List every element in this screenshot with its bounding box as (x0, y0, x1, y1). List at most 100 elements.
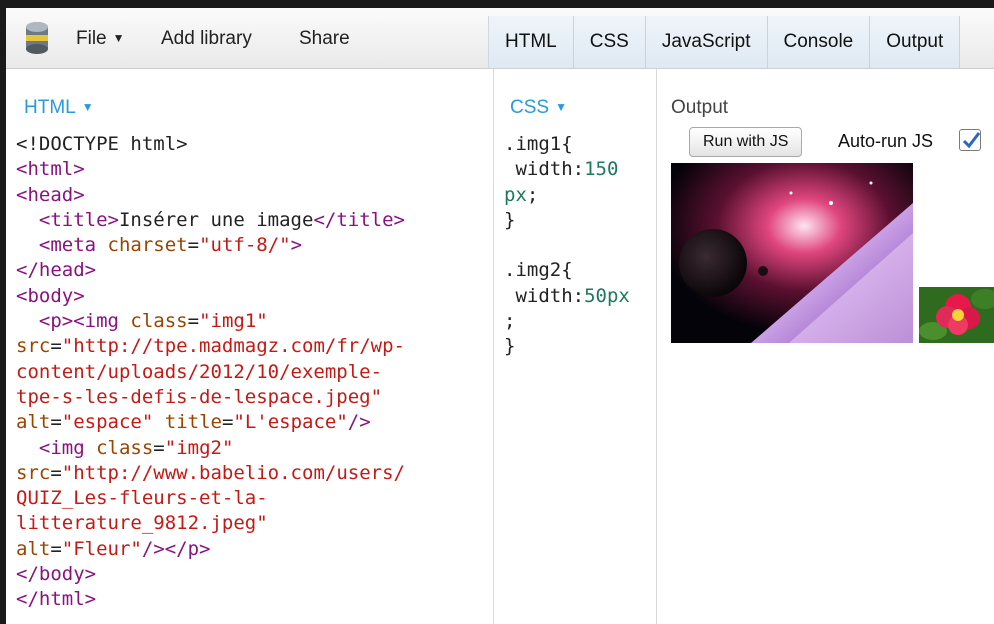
code-token: /> (347, 411, 371, 434)
code-token: > (290, 234, 303, 257)
share-button[interactable]: Share (299, 28, 350, 50)
code-token: <meta (38, 234, 108, 257)
code-line: <head> (16, 183, 405, 208)
code-token: .img2{ (504, 259, 573, 282)
css-code-editor[interactable]: .img1{ width:150 px;} .img2{ width:50px;} (504, 132, 630, 360)
caret-down-icon: ▼ (555, 100, 567, 114)
css-panel-title-label: CSS (510, 97, 550, 118)
code-line: tpe-s-les-defis-de-lespace.jpeg" (16, 385, 405, 410)
file-menu[interactable]: File ▼ (76, 28, 125, 50)
flower-image (919, 287, 994, 343)
code-token: "http://tpe.madmagz.com/fr/wp- (61, 335, 405, 358)
code-token: = (50, 461, 62, 484)
code-line: } (504, 208, 630, 233)
code-line: </body> (16, 562, 405, 587)
code-token: litterature_9812.jpeg" (16, 512, 268, 535)
code-line: } (504, 334, 630, 359)
css-panel: CSS ▼ .img1{ width:150 px;} .img2{ width:5… (493, 69, 656, 624)
code-token: <body> (16, 284, 85, 307)
code-token: <p><img (38, 310, 131, 333)
tab-javascript[interactable]: JavaScript (645, 16, 768, 68)
code-line: alt="espace" title="L'espace"/> (16, 410, 405, 435)
code-token: src (16, 461, 51, 484)
tab-console[interactable]: Console (767, 16, 871, 68)
code-line: </html> (16, 587, 405, 612)
code-token: width: (504, 158, 585, 181)
code-token: = (221, 411, 234, 434)
output-panel-title: Output (671, 97, 729, 118)
code-line: src="http://tpe.madmagz.com/fr/wp- (16, 334, 405, 359)
code-token: src (16, 335, 51, 358)
code-token: tpe-s-les-defis-de-lespace.jpeg" (16, 385, 383, 408)
code-token: 150 (584, 158, 619, 181)
code-token: = (50, 537, 62, 560)
code-token: </title> (313, 208, 405, 231)
code-token: alt (16, 537, 51, 560)
file-menu-label: File (76, 28, 107, 49)
code-line: <meta charset="utf-8/"> (16, 233, 405, 258)
code-line: content/uploads/2012/10/exemple- (16, 360, 405, 385)
code-line: <p><img class="img1" (16, 309, 405, 334)
code-line: litterature_9812.jpeg" (16, 511, 405, 536)
code-token: <head> (16, 183, 85, 206)
code-token: = (153, 436, 165, 459)
code-token: ; (526, 183, 539, 206)
css-panel-title[interactable]: CSS ▼ (510, 97, 567, 119)
code-token: "Fleur" (61, 537, 142, 560)
toolbar: File ▼ Add library Share HTML CSS JavaScr… (6, 8, 994, 69)
html-panel-title-label: HTML (24, 97, 76, 118)
code-token: .img1{ (504, 133, 573, 155)
code-token: } (504, 335, 516, 358)
checkmark-icon (962, 132, 981, 149)
code-token: = (50, 411, 62, 434)
code-token: = (50, 335, 62, 358)
code-line: <img class="img2" (16, 436, 405, 461)
run-with-js-button[interactable]: Run with JS (689, 127, 803, 157)
database-icon[interactable] (24, 21, 50, 55)
add-library-button[interactable]: Add library (161, 28, 252, 50)
panel-tabs: HTML CSS JavaScript Console Output (488, 16, 994, 68)
code-token: px (504, 183, 527, 206)
share-label: Share (299, 28, 350, 49)
code-line: <title>Insérer une image</title> (16, 208, 405, 233)
code-token: title (164, 411, 222, 434)
code-token: "utf-8/" (199, 234, 291, 257)
code-line: ; (504, 309, 630, 334)
tab-output[interactable]: Output (870, 16, 961, 68)
code-token: ; (504, 310, 516, 333)
tab-css[interactable]: CSS (573, 16, 646, 68)
code-token: class (96, 436, 154, 459)
add-library-label: Add library (161, 28, 252, 49)
html-panel: HTML ▼ <!DOCTYPE html> <html> <head> <title… (6, 69, 492, 624)
code-line: alt="Fleur"/></p> (16, 537, 405, 562)
code-token: "img1" (199, 310, 268, 333)
code-token: "espace" (61, 411, 154, 434)
html-code-editor[interactable]: <!DOCTYPE html> <html> <head> <title>Insér… (16, 132, 405, 613)
code-token: </body> (16, 563, 97, 586)
code-token: Insérer une image (118, 208, 314, 231)
code-line: <body> (16, 284, 405, 309)
html-panel-title[interactable]: HTML ▼ (24, 97, 94, 119)
code-token: content/uploads/2012/10/exemple- (16, 360, 383, 383)
code-token: alt (16, 411, 51, 434)
autorun-checkbox[interactable] (959, 129, 981, 151)
code-token: = (187, 310, 200, 333)
code-token: <!DOCTYPE html> (16, 133, 188, 155)
code-token: "http://www.babelio.com/users/ (61, 461, 405, 484)
code-line: .img2{ (504, 258, 630, 283)
code-line: QUIZ_Les-fleurs-et-la- (16, 486, 405, 511)
code-token: "img2" (164, 436, 234, 459)
code-token: = (187, 234, 200, 257)
code-token: charset (107, 234, 188, 257)
code-token: /></p> (141, 537, 211, 560)
code-line: width:50px (504, 284, 629, 309)
output-panel: Output Run with JS Auto-run JS (656, 69, 994, 624)
tab-html[interactable]: HTML (489, 16, 574, 68)
app-window: File ▼ Add library Share HTML CSS JavaScr… (0, 0, 994, 624)
autorun-label: Auto-run JS (838, 131, 934, 151)
